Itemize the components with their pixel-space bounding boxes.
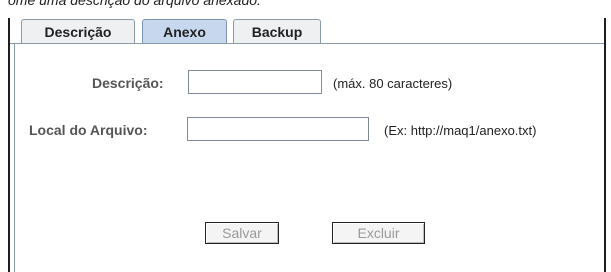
local-arquivo-label: Local do Arquivo: xyxy=(29,122,148,138)
frame-right-border xyxy=(604,18,606,272)
descricao-label: Descrição: xyxy=(92,75,164,91)
tab-descricao[interactable]: Descrição xyxy=(21,19,135,43)
frame-left-border xyxy=(8,18,10,272)
tab-backup[interactable]: Backup xyxy=(233,19,321,43)
salvar-button[interactable]: Salvar xyxy=(205,222,279,244)
tab-bar-divider xyxy=(10,43,604,44)
tab-anexo[interactable]: Anexo xyxy=(142,19,227,43)
local-arquivo-input[interactable] xyxy=(187,117,369,141)
descricao-input[interactable] xyxy=(188,70,322,94)
instruction-caption: ome uma descrição do arquivo anexado. xyxy=(8,0,261,8)
descricao-hint: (máx. 80 caracteres) xyxy=(333,76,453,91)
panel-left-border xyxy=(14,43,15,272)
local-arquivo-hint: (Ex: http://maq1/anexo.txt) xyxy=(384,123,537,138)
excluir-button[interactable]: Excluir xyxy=(332,222,425,244)
